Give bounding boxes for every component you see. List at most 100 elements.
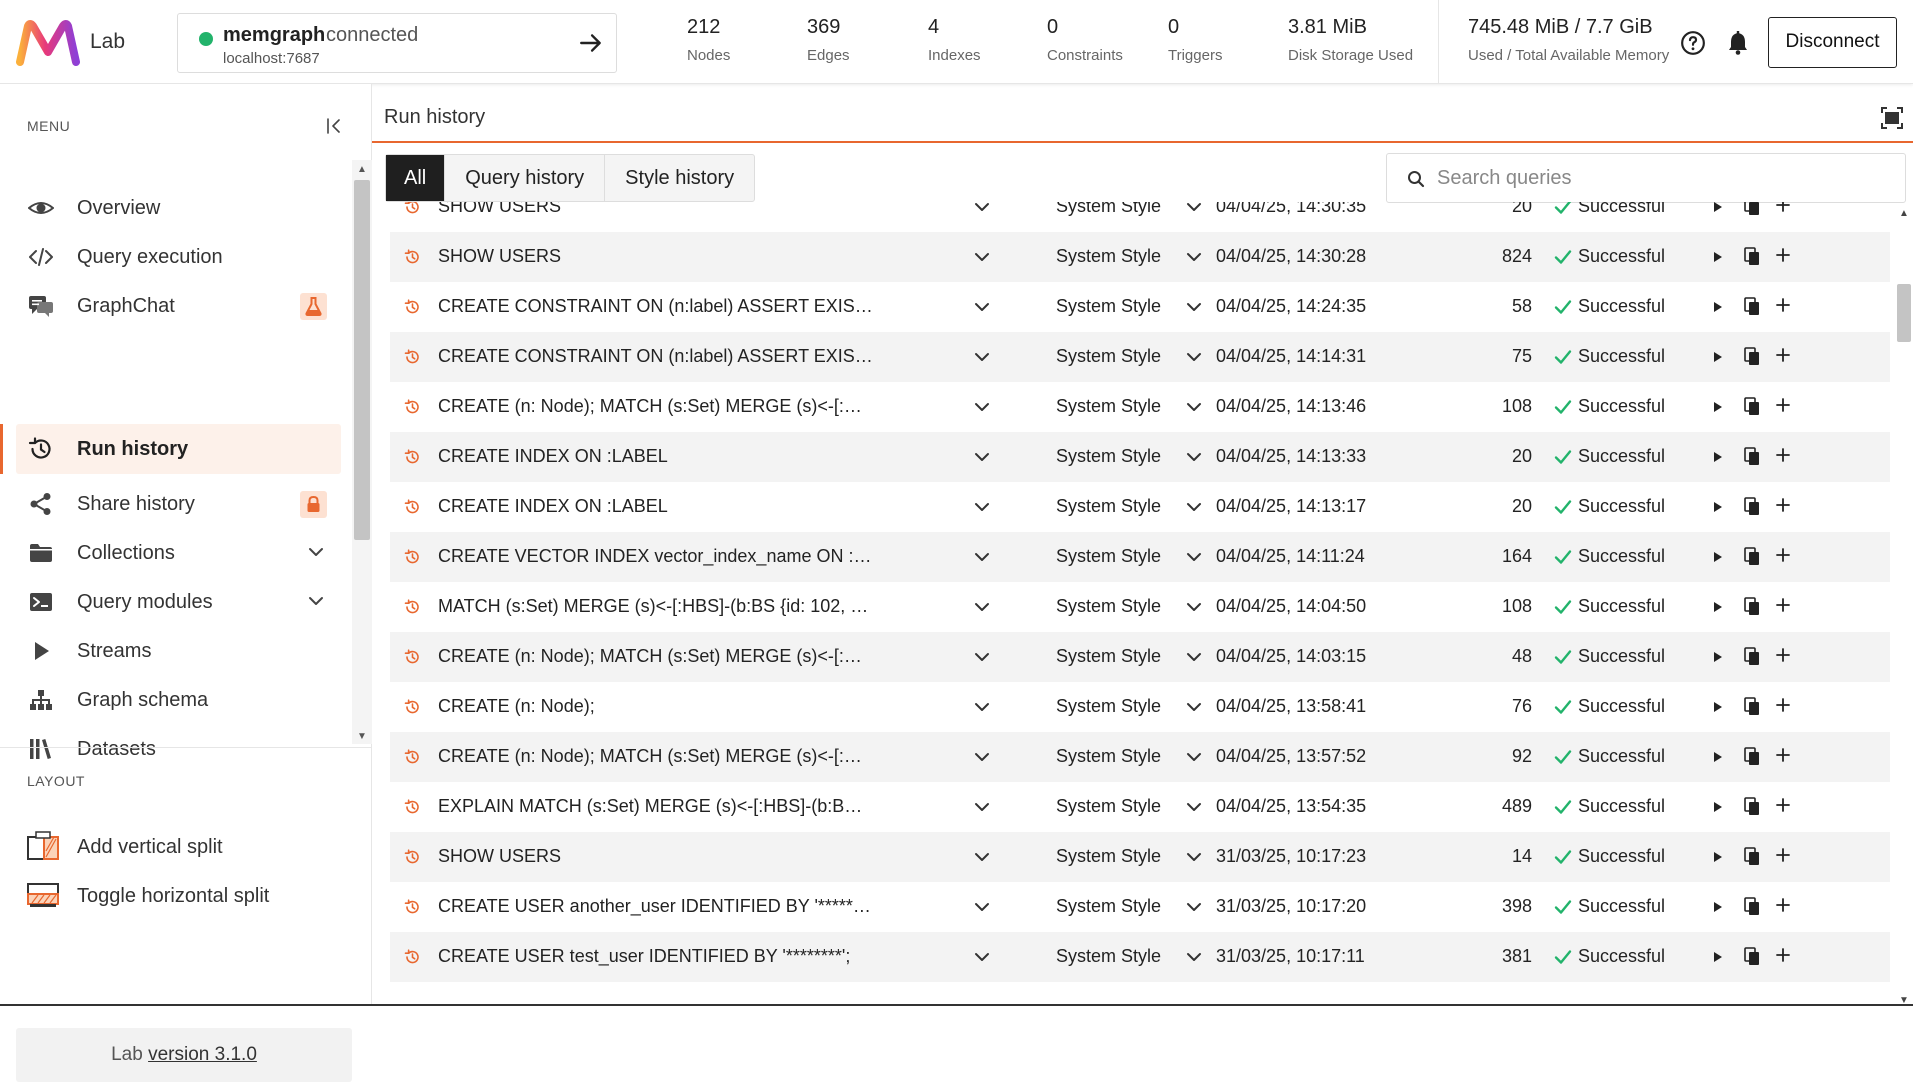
query-text[interactable]: EXPLAIN MATCH (s:Set) MERGE (s)<-[:HBS]-… bbox=[438, 796, 873, 817]
play-icon[interactable] bbox=[1713, 851, 1723, 863]
query-text[interactable]: SHOW USERS bbox=[438, 846, 873, 867]
tab-style-history[interactable]: Style history bbox=[605, 155, 754, 201]
table-row[interactable]: CREATE USER another_user IDENTIFIED BY '… bbox=[390, 882, 1890, 932]
plus-icon[interactable] bbox=[1776, 698, 1790, 712]
plus-icon[interactable] bbox=[1776, 798, 1790, 812]
play-icon[interactable] bbox=[1713, 301, 1723, 313]
copy-icon[interactable] bbox=[1744, 697, 1760, 716]
tab-all[interactable]: All bbox=[386, 155, 446, 201]
play-icon[interactable] bbox=[1713, 401, 1723, 413]
play-icon[interactable] bbox=[1713, 701, 1723, 713]
collapse-sidebar-icon[interactable] bbox=[326, 117, 344, 135]
table-row[interactable]: CREATE USER test_user IDENTIFIED BY '***… bbox=[390, 932, 1890, 982]
copy-icon[interactable] bbox=[1744, 647, 1760, 666]
chevron-down-icon[interactable] bbox=[1186, 551, 1202, 563]
plus-icon[interactable] bbox=[1776, 498, 1790, 512]
query-text[interactable]: MATCH (s:Set) MERGE (s)<-[:HBS]-(b:BS {i… bbox=[438, 596, 873, 617]
connection-panel[interactable]: memgraph connected localhost:7687 bbox=[177, 13, 617, 73]
copy-icon[interactable] bbox=[1744, 897, 1760, 916]
table-row[interactable]: CREATE (n: Node); System Style 04/04/25, 1… bbox=[390, 682, 1890, 732]
plus-icon[interactable] bbox=[1776, 298, 1790, 312]
copy-icon[interactable] bbox=[1744, 947, 1760, 966]
play-icon[interactable] bbox=[1713, 351, 1723, 363]
plus-icon[interactable] bbox=[1776, 648, 1790, 662]
scroll-up-icon[interactable]: ▲ bbox=[357, 164, 367, 175]
table-row[interactable]: CREATE CONSTRAINT ON (n:label) ASSERT EX… bbox=[390, 332, 1890, 382]
chevron-down-icon[interactable] bbox=[974, 301, 990, 313]
chevron-down-icon[interactable] bbox=[1186, 601, 1202, 613]
play-icon[interactable] bbox=[1713, 202, 1723, 213]
table-row[interactable]: CREATE (n: Node); MATCH (s:Set) MERGE (s… bbox=[390, 632, 1890, 682]
table-row[interactable]: CREATE (n: Node); MATCH (s:Set) MERGE (s… bbox=[390, 732, 1890, 782]
chevron-down-icon[interactable] bbox=[1186, 701, 1202, 713]
query-text[interactable]: CREATE CONSTRAINT ON (n:label) ASSERT EX… bbox=[438, 346, 873, 367]
chevron-down-icon[interactable] bbox=[1186, 651, 1202, 663]
chevron-down-icon[interactable] bbox=[308, 545, 324, 559]
table-row[interactable]: CREATE CONSTRAINT ON (n:label) ASSERT EX… bbox=[390, 282, 1890, 332]
table-row[interactable]: MATCH (s:Set) MERGE (s)<-[:HBS]-(b:BS {i… bbox=[390, 582, 1890, 632]
table-row[interactable]: CREATE INDEX ON :LABEL System Style 04/04/… bbox=[390, 482, 1890, 532]
query-text[interactable]: CREATE INDEX ON :LABEL bbox=[438, 446, 873, 467]
table-row[interactable]: SHOW USERS System Style 31/03/25, 10:17:23… bbox=[390, 832, 1890, 882]
sidebar-item-query-execution[interactable]: Query execution bbox=[16, 232, 341, 282]
table-row[interactable]: CREATE INDEX ON :LABEL System Style 04/04/… bbox=[390, 432, 1890, 482]
sidebar-item-datasets[interactable]: Datasets bbox=[16, 724, 341, 774]
query-text[interactable]: CREATE (n: Node); MATCH (s:Set) MERGE (s… bbox=[438, 746, 873, 767]
play-icon[interactable] bbox=[1713, 951, 1723, 963]
search-input[interactable] bbox=[1437, 163, 1877, 193]
tab-query-history[interactable]: Query history bbox=[445, 155, 606, 201]
scroll-down-icon[interactable]: ▼ bbox=[357, 731, 367, 742]
chevron-down-icon[interactable] bbox=[974, 751, 990, 763]
plus-icon[interactable] bbox=[1776, 948, 1790, 962]
chevron-down-icon[interactable] bbox=[974, 202, 990, 213]
copy-icon[interactable] bbox=[1744, 797, 1760, 816]
play-icon[interactable] bbox=[1713, 501, 1723, 513]
query-text[interactable]: CREATE (n: Node); MATCH (s:Set) MERGE (s… bbox=[438, 646, 873, 667]
chevron-down-icon[interactable] bbox=[974, 251, 990, 263]
chevron-down-icon[interactable] bbox=[974, 651, 990, 663]
copy-icon[interactable] bbox=[1744, 202, 1760, 216]
disconnect-button[interactable]: Disconnect bbox=[1768, 17, 1897, 68]
chevron-down-icon[interactable] bbox=[1186, 501, 1202, 513]
chevron-down-icon[interactable] bbox=[974, 801, 990, 813]
copy-icon[interactable] bbox=[1744, 497, 1760, 516]
sidebar-item-run-history[interactable]: Run history bbox=[16, 424, 341, 474]
sidebar-item-graph-schema[interactable]: Graph schema bbox=[16, 675, 341, 725]
copy-icon[interactable] bbox=[1744, 847, 1760, 866]
copy-icon[interactable] bbox=[1744, 547, 1760, 566]
chevron-down-icon[interactable] bbox=[1186, 951, 1202, 963]
memgraph-logo-icon[interactable] bbox=[16, 20, 80, 66]
query-text[interactable]: CREATE CONSTRAINT ON (n:label) ASSERT EX… bbox=[438, 296, 873, 317]
chevron-down-icon[interactable] bbox=[974, 951, 990, 963]
chevron-down-icon[interactable] bbox=[974, 451, 990, 463]
sidebar-item-collections[interactable]: Collections bbox=[16, 528, 341, 578]
arrow-right-icon[interactable] bbox=[578, 30, 604, 56]
sidebar-item-share-history[interactable]: Share history bbox=[16, 479, 341, 529]
plus-icon[interactable] bbox=[1776, 248, 1790, 262]
chevron-down-icon[interactable] bbox=[1186, 901, 1202, 913]
query-text[interactable]: CREATE (n: Node); bbox=[438, 696, 873, 717]
history-scrollbar[interactable]: ▲ ▼ bbox=[1895, 204, 1913, 1006]
copy-icon[interactable] bbox=[1744, 747, 1760, 766]
play-icon[interactable] bbox=[1713, 451, 1723, 463]
chevron-down-icon[interactable] bbox=[974, 351, 990, 363]
add-vertical-split-button[interactable]: Add vertical split bbox=[16, 822, 341, 872]
table-row[interactable]: CREATE (n: Node); MATCH (s:Set) MERGE (s… bbox=[390, 382, 1890, 432]
play-icon[interactable] bbox=[1713, 801, 1723, 813]
sidebar-item-graphchat[interactable]: GraphChat bbox=[16, 281, 341, 331]
query-text[interactable]: SHOW USERS bbox=[438, 246, 873, 267]
help-icon[interactable] bbox=[1680, 30, 1706, 56]
copy-icon[interactable] bbox=[1744, 347, 1760, 366]
query-text[interactable]: CREATE USER another_user IDENTIFIED BY '… bbox=[438, 896, 873, 917]
plus-icon[interactable] bbox=[1776, 748, 1790, 762]
plus-icon[interactable] bbox=[1776, 398, 1790, 412]
table-row[interactable]: SHOW USERS System Style 04/04/25, 14:30:28… bbox=[390, 232, 1890, 282]
chevron-down-icon[interactable] bbox=[974, 901, 990, 913]
copy-icon[interactable] bbox=[1744, 297, 1760, 316]
plus-icon[interactable] bbox=[1776, 448, 1790, 462]
chevron-down-icon[interactable] bbox=[1186, 801, 1202, 813]
chevron-down-icon[interactable] bbox=[1186, 751, 1202, 763]
query-text[interactable]: CREATE (n: Node); MATCH (s:Set) MERGE (s… bbox=[438, 396, 873, 417]
chevron-down-icon[interactable] bbox=[974, 601, 990, 613]
chevron-down-icon[interactable] bbox=[1186, 851, 1202, 863]
